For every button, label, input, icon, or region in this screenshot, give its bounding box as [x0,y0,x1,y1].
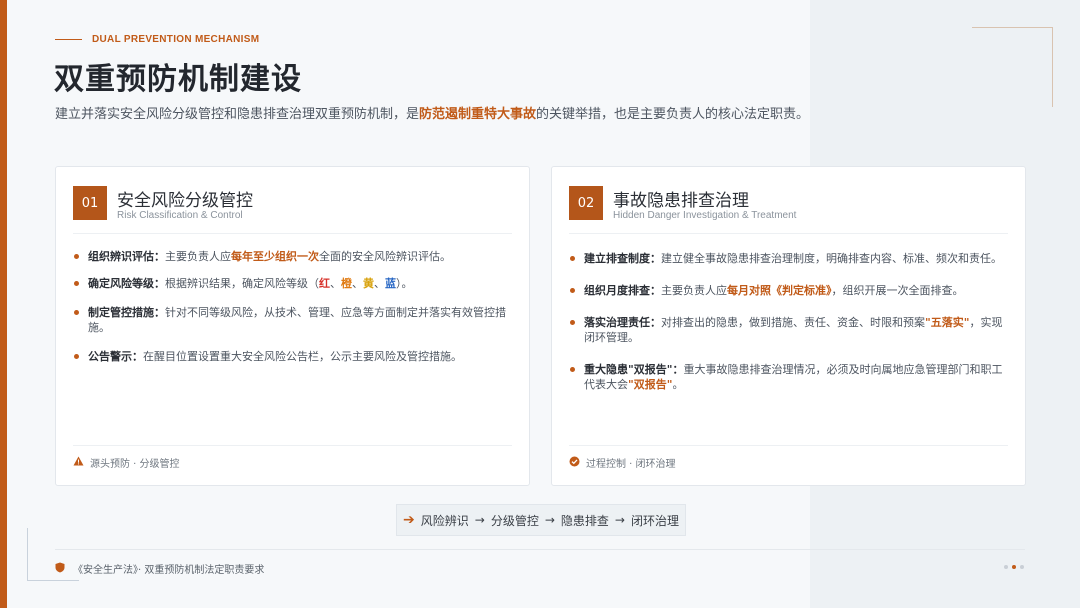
item-highlight: "五落实" [925,316,970,329]
risk-level-blue: 蓝 [385,277,396,290]
item-key: 建立排查制度： [584,252,661,265]
list-item: 制定管控措施：针对不同等级风险，从技术、管理、应急等方面制定并落实有效管控措施。 [73,305,512,335]
card-footer: 源头预防 · 分级管控 [73,455,180,470]
page-dot[interactable] [1004,565,1008,569]
item-text: ）。 [396,277,413,290]
item-text: 全面的安全风险辨识评估。 [319,250,451,263]
divider [73,233,512,234]
item-key: 重大隐患"双报告"： [584,363,684,376]
accent-side-bar [0,0,7,608]
item-highlight: "双报告" [628,378,673,391]
bullet-dot [570,256,575,261]
intro-highlight: 防范遏制重特大事故 [419,107,537,122]
card-item-list: 组织辨识评估：主要负责人应每年至少组织一次全面的安全风险辨识评估。 确定风险等级… [73,249,512,376]
list-item: 建立排查制度：建立健全事故隐患排查治理制度，明确排查内容、标准、频次和责任。 [569,251,1008,266]
item-key: 落实治理责任： [584,316,661,329]
list-item: 组织辨识评估：主要负责人应每年至少组织一次全面的安全风险辨识评估。 [73,249,512,264]
item-separator: 、 [374,277,385,290]
divider [73,445,512,446]
check-circle-icon [569,456,580,470]
card-item-list: 建立排查制度：建立健全事故隐患排查治理制度，明确排查内容、标准、频次和责任。 组… [569,251,1008,409]
card-title: 事故隐患排查治理 [613,191,749,211]
item-text: 。 [672,378,684,391]
card-number-badge: 01 [73,186,107,220]
pagination-dots [1004,565,1024,569]
bullet-dot [570,367,575,372]
card-title: 安全风险分级管控 [117,191,253,211]
list-item: 确定风险等级：根据辨识结果，确定风险等级（红、橙、黄、蓝）。 [73,276,512,291]
item-highlight: 每年至少组织一次 [231,250,319,263]
corner-decoration [27,528,28,580]
flow-step: 风险辨识 [420,513,469,528]
page-title: 双重预防机制建设 [54,62,302,97]
list-item: 公告警示：在醒目位置设置重大安全风险公告栏，公示主要风险及管控措施。 [73,349,512,364]
card-footer: 过程控制 · 闭环治理 [569,455,676,470]
shield-icon [55,562,65,576]
corner-decoration [27,580,79,581]
flow-separator: → [474,513,485,527]
footer-divider [55,549,1025,550]
item-separator: 、 [352,277,363,290]
card-subtitle: Risk Classification & Control [117,210,243,221]
list-item: 重大隐患"双报告"：重大事故隐患排查治理情况，必须及时向属地应急管理部门和职工代… [569,362,1008,392]
card-footer-text: 源头预防 · 分级管控 [90,459,180,470]
bullet-dot [74,310,79,315]
risk-level-red: 红 [319,277,330,290]
intro-paragraph: 建立并落实安全风险分级管控和隐患排查治理双重预防机制，是防范遏制重特大事故的关键… [55,106,815,124]
intro-text: 的关键举措，也是主要负责人的核心法定职责。 [536,107,810,122]
page-footer: 《安全生产法》· 双重预防机制法定职责要求 [55,561,264,576]
item-key: 组织辨识评估： [88,250,165,263]
intro-text: 建立并落实安全风险分级管控和隐患排查治理双重预防机制，是 [55,107,420,122]
card-footer-text: 过程控制 · 闭环治理 [586,459,676,470]
item-text: 根据辨识结果，确定风险等级（ [165,277,319,290]
risk-control-card: 01 安全风险分级管控 Risk Classification & Contro… [55,166,530,486]
flow-step: 分级管控 [490,513,539,528]
process-flow: ➔ 风险辨识 → 分级管控 → 隐患排查 → 闭环治理 [396,504,686,536]
flow-separator: → [544,513,555,527]
hazard-investigation-card: 02 事故隐患排查治理 Hidden Danger Investigation … [551,166,1026,486]
item-text: ，组织开展一次全面排查。 [831,284,964,297]
corner-decoration [1052,27,1053,107]
item-highlight: 每月对照《判定标准》 [727,284,832,297]
eyebrow: DUAL PREVENTION MECHANISM [55,34,259,45]
corner-decoration [972,27,1052,28]
bullet-dot [570,288,575,293]
item-text: 在醒目位置设置重大安全风险公告栏，公示主要风险及管控措施。 [143,350,462,363]
item-text: 主要负责人应 [165,250,231,263]
flow-step: 闭环治理 [630,513,679,528]
card-subtitle: Hidden Danger Investigation & Treatment [613,210,797,221]
flow-step: 隐患排查 [560,513,609,528]
risk-level-yellow: 黄 [363,277,374,290]
item-key: 确定风险等级： [88,277,165,290]
risk-level-orange: 橙 [341,277,352,290]
card-number-badge: 02 [569,186,603,220]
eyebrow-text: DUAL PREVENTION MECHANISM [92,34,260,45]
arrow-right-icon: ➔ [403,512,415,528]
item-text: 对排查出的隐患，做到措施、责任、资金、时限和预案 [661,316,925,329]
list-item: 落实治理责任：对排查出的隐患，做到措施、责任、资金、时限和预案"五落实"，实现闭… [569,315,1008,345]
divider [569,445,1008,446]
page-dot-active[interactable] [1012,565,1016,569]
list-item: 组织月度排查：主要负责人应每月对照《判定标准》，组织开展一次全面排查。 [569,283,1008,298]
footer-source-text: 《安全生产法》· 双重预防机制法定职责要求 [73,565,265,576]
bullet-dot [74,254,79,259]
bullet-dot [570,320,575,325]
bullet-dot [74,281,79,286]
item-key: 组织月度排查： [584,284,661,297]
eyebrow-line [55,39,82,40]
item-separator: 、 [330,277,341,290]
page-dot[interactable] [1020,565,1024,569]
bullet-dot [74,354,79,359]
item-text: 主要负责人应 [661,284,727,297]
item-text: 建立健全事故隐患排查治理制度，明确排查内容、标准、频次和责任。 [661,252,1002,265]
warning-icon [73,456,84,469]
flow-separator: → [614,513,625,527]
item-key: 公告警示： [88,350,143,363]
divider [569,233,1008,234]
item-key: 制定管控措施： [88,306,165,319]
